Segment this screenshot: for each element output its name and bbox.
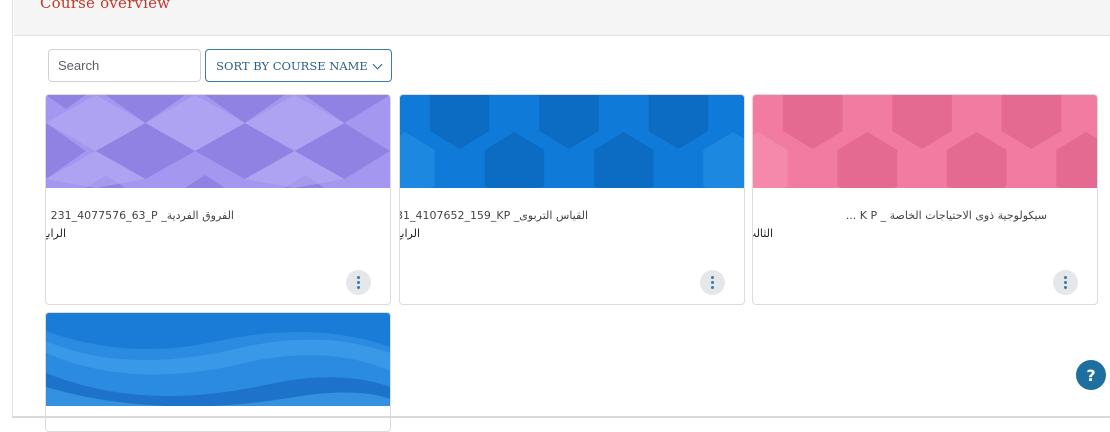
block-header: Course overview (14, 0, 1110, 36)
vertical-dots-icon (1064, 276, 1067, 289)
left-edge (0, 0, 12, 418)
course-image[interactable] (46, 95, 390, 188)
course-card-body: ... K P _ سيكولوجية ذوى الاحتياجات الخاص… (753, 188, 1097, 304)
course-overview-block: Course overview SORT BY COURSE NAME (12, 0, 1110, 432)
course-card[interactable]: 231_4107652_159_KP _القياس التربوى الراب… (399, 94, 745, 305)
course-title-link[interactable]: 231_4107652_159_KP _القياس التربوى (400, 209, 588, 222)
course-term: الرابع (46, 227, 66, 240)
help-button[interactable]: ? (1076, 360, 1106, 390)
course-card[interactable] (45, 312, 391, 432)
course-image[interactable] (46, 313, 390, 406)
course-image[interactable] (753, 95, 1097, 188)
course-card[interactable]: ... K P _ سيكولوجية ذوى الاحتياجات الخاص… (752, 94, 1098, 305)
course-title-link[interactable]: 231_4077576_63_P _الفروق الفردية (51, 209, 234, 222)
sort-label: SORT BY COURSE NAME (216, 58, 368, 73)
sort-dropdown-button[interactable]: SORT BY COURSE NAME (205, 49, 392, 82)
course-card[interactable]: 231_4077576_63_P _الفروق الفردية الرابع (45, 94, 391, 305)
course-term: الرابع (400, 227, 420, 240)
course-title-link[interactable]: ... K P _ سيكولوجية ذوى الاحتياجات الخاص… (846, 209, 1047, 222)
course-actions-button[interactable] (346, 270, 371, 295)
course-actions-button[interactable] (1053, 270, 1078, 295)
course-card-body: 231_4107652_159_KP _القياس التربوى الراب… (400, 188, 744, 304)
vertical-dots-icon (357, 276, 360, 289)
course-actions-button[interactable] (700, 270, 725, 295)
vertical-dots-icon (711, 276, 714, 289)
course-card-body: 231_4077576_63_P _الفروق الفردية الرابع (46, 188, 390, 304)
course-image[interactable] (400, 95, 744, 188)
course-term: الثالث (753, 227, 773, 240)
search-input[interactable] (48, 49, 201, 82)
chevron-down-icon (372, 59, 383, 69)
page-title: Course overview (40, 0, 171, 12)
